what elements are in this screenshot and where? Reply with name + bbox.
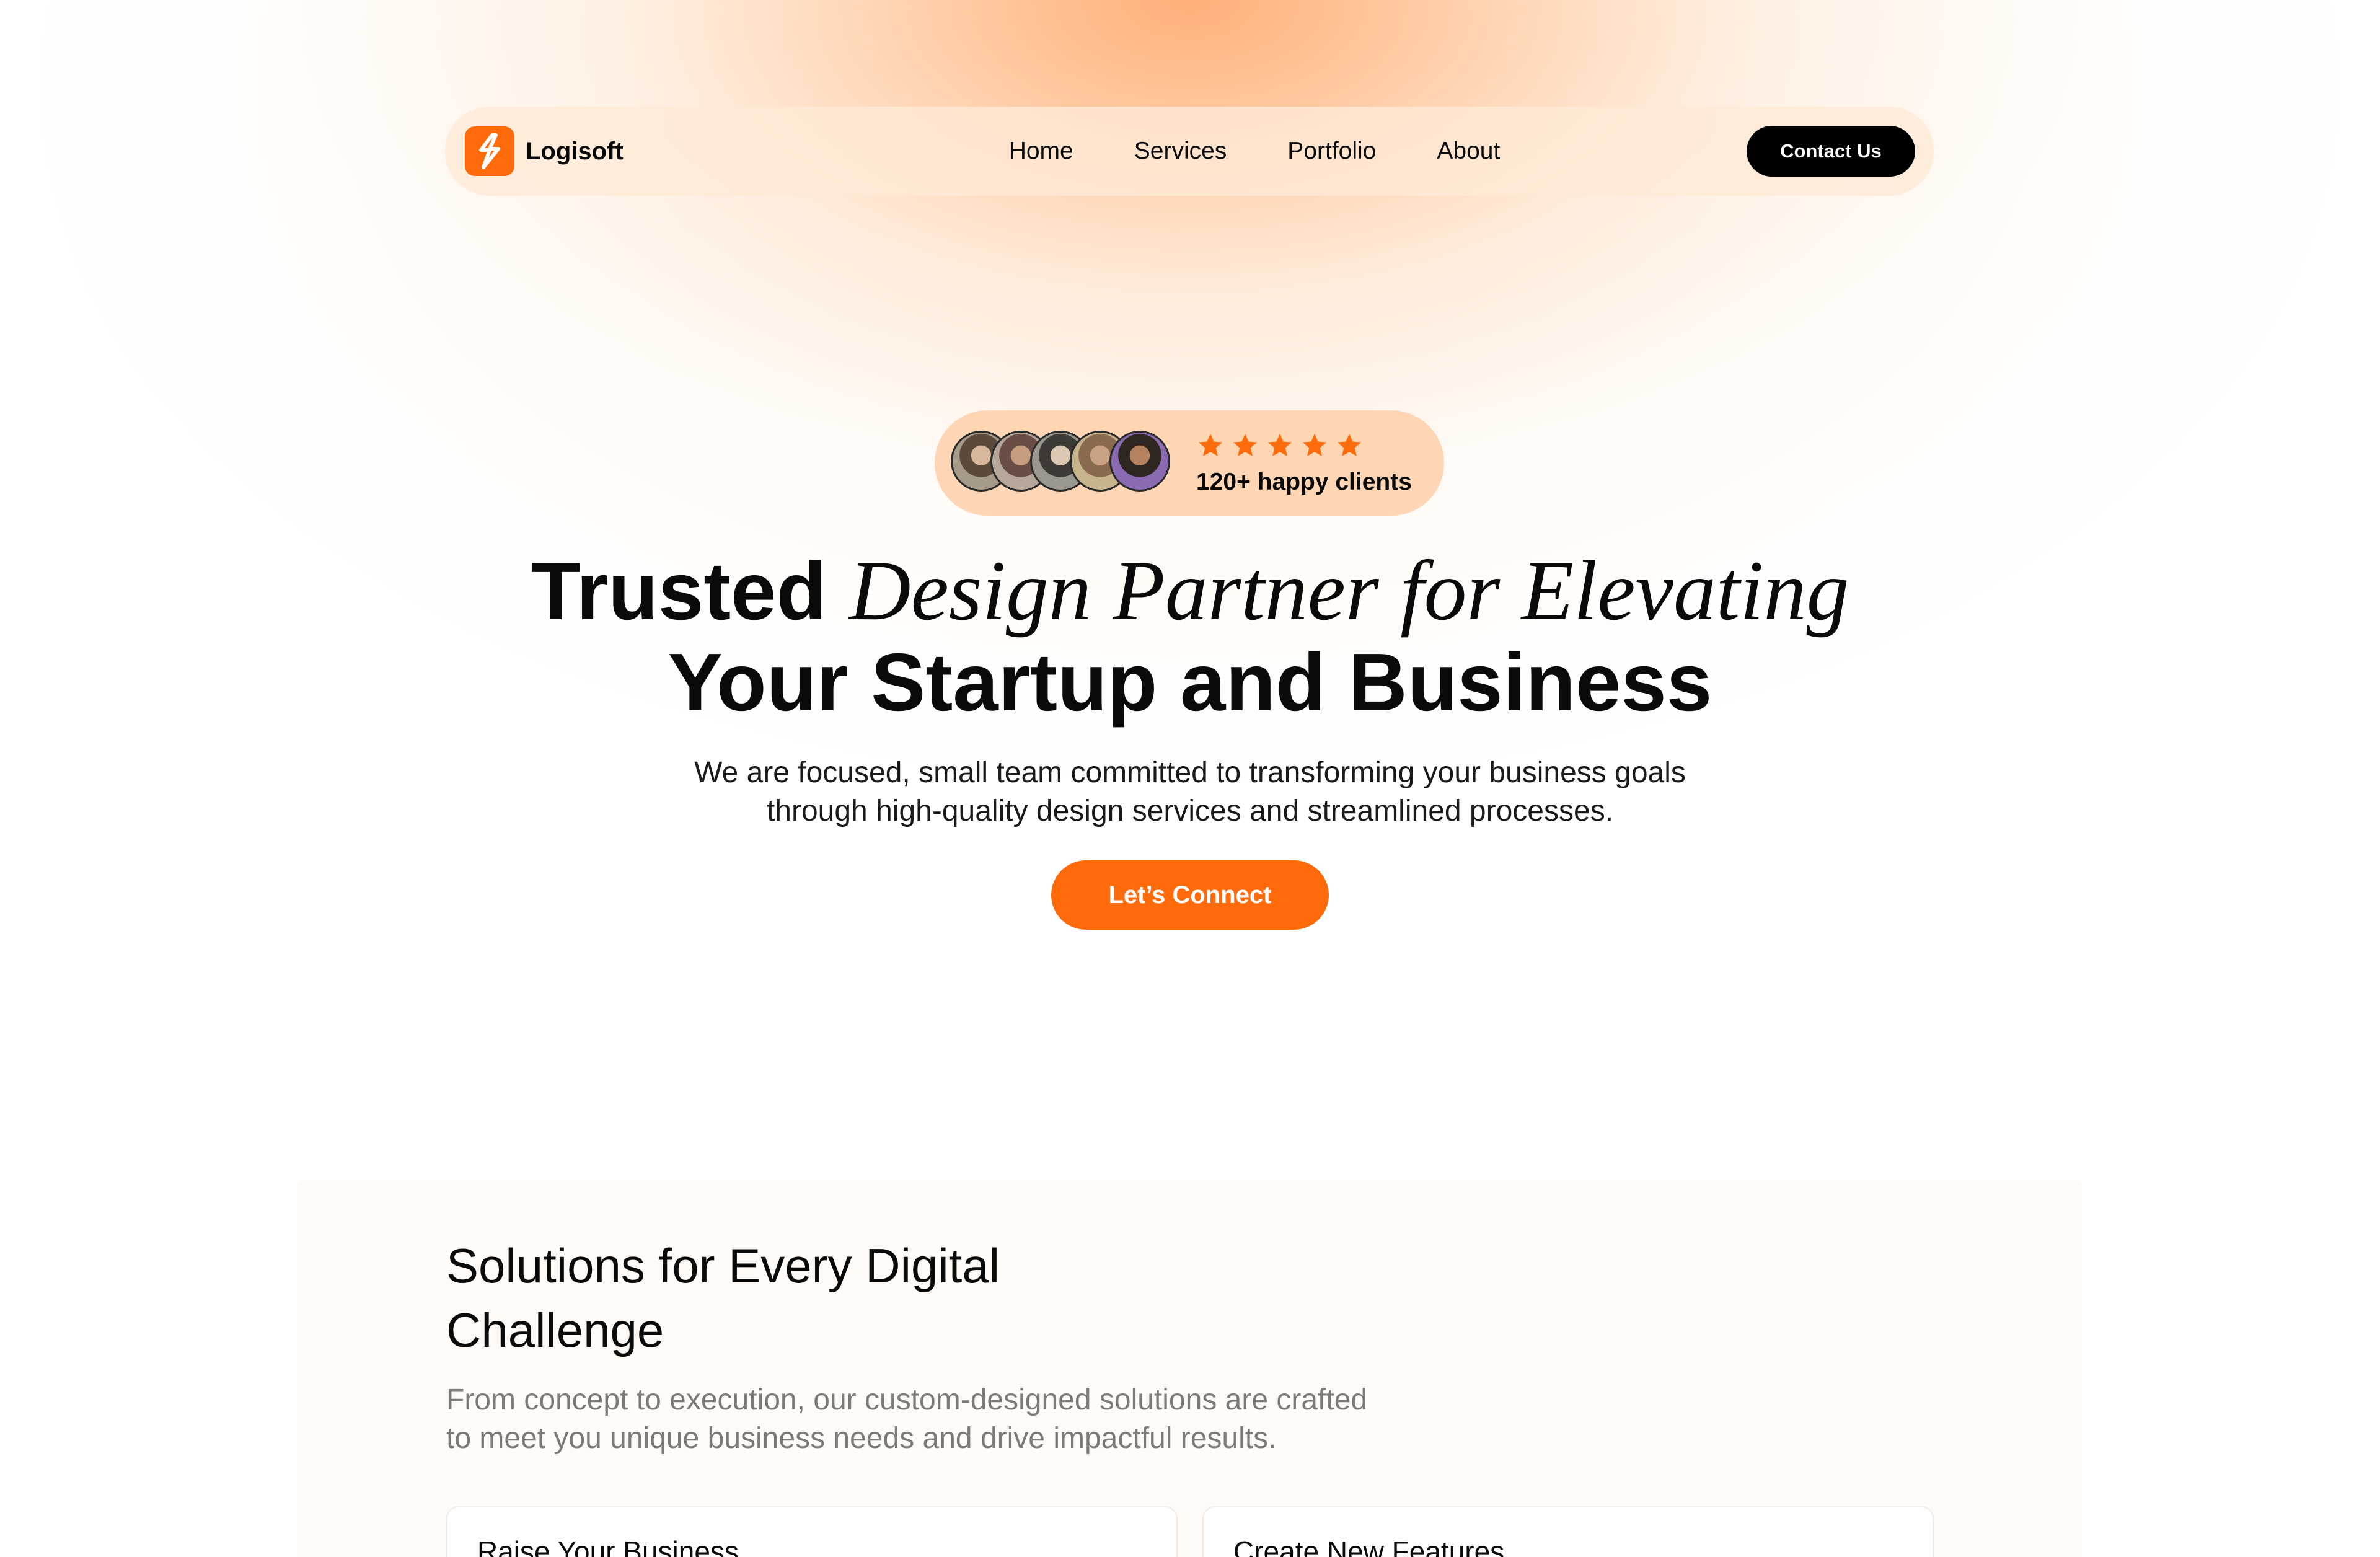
solution-card-create-features[interactable]: Create New Features	[1202, 1506, 1934, 1557]
star-icon	[1198, 433, 1223, 457]
hero-headline-line1: Trusted Design Partner for Elevating	[0, 545, 2380, 637]
clients-count-text: 120+ happy clients	[1196, 469, 1412, 495]
hero-subtext-line2: through high-quality design services and…	[766, 795, 1614, 827]
solutions-title-line1: Solutions for Every Digital	[446, 1238, 1000, 1293]
star-icon	[1337, 433, 1362, 457]
brand-name: Logisoft	[526, 137, 624, 165]
star-icon	[1302, 433, 1327, 457]
solutions-subtitle-line2: to meet you unique business needs and dr…	[446, 1422, 1277, 1455]
headline-italic: Design Partner for Elevating	[848, 543, 1849, 638]
solutions-title-line2: Challenge	[446, 1303, 664, 1357]
solution-card-raise-business[interactable]: Raise Your Business	[446, 1506, 1178, 1557]
nav-links: Home Services Portfolio About	[1009, 138, 1501, 165]
lets-connect-button[interactable]: Let’s Connect	[1051, 860, 1329, 930]
navbar: Logisoft Home Services Portfolio About C…	[445, 107, 1934, 196]
contact-us-button[interactable]: Contact Us	[1747, 126, 1915, 177]
card-title: Create New Features	[1233, 1535, 1505, 1557]
solutions-subtitle-line1: From concept to execution, our custom-de…	[446, 1383, 1368, 1416]
solutions-title: Solutions for Every Digital Challenge	[446, 1233, 1190, 1362]
star-icon	[1267, 433, 1292, 457]
hero-subtext: We are focused, small team committed to …	[0, 754, 2380, 831]
logo-icon	[465, 126, 514, 176]
nav-link-portfolio[interactable]: Portfolio	[1287, 138, 1376, 165]
avatar	[1109, 431, 1170, 492]
nav-link-home[interactable]: Home	[1009, 138, 1073, 165]
card-title: Raise Your Business	[477, 1535, 739, 1557]
star-icon	[1233, 433, 1258, 457]
nav-link-services[interactable]: Services	[1134, 138, 1227, 165]
hero-subtext-line1: We are focused, small team committed to …	[694, 756, 1686, 789]
nav-link-about[interactable]: About	[1437, 138, 1500, 165]
hero-headline-line2: Your Startup and Business	[668, 637, 1712, 728]
rating-stars	[1196, 430, 1412, 461]
clients-info: 120+ happy clients	[1196, 430, 1412, 496]
clients-rating-pill: 120+ happy clients	[935, 410, 1444, 516]
headline-plain: Trusted	[531, 545, 849, 637]
client-avatars	[951, 431, 1174, 495]
brand[interactable]: Logisoft	[465, 126, 713, 176]
solutions-subtitle: From concept to execution, our custom-de…	[446, 1381, 1500, 1458]
